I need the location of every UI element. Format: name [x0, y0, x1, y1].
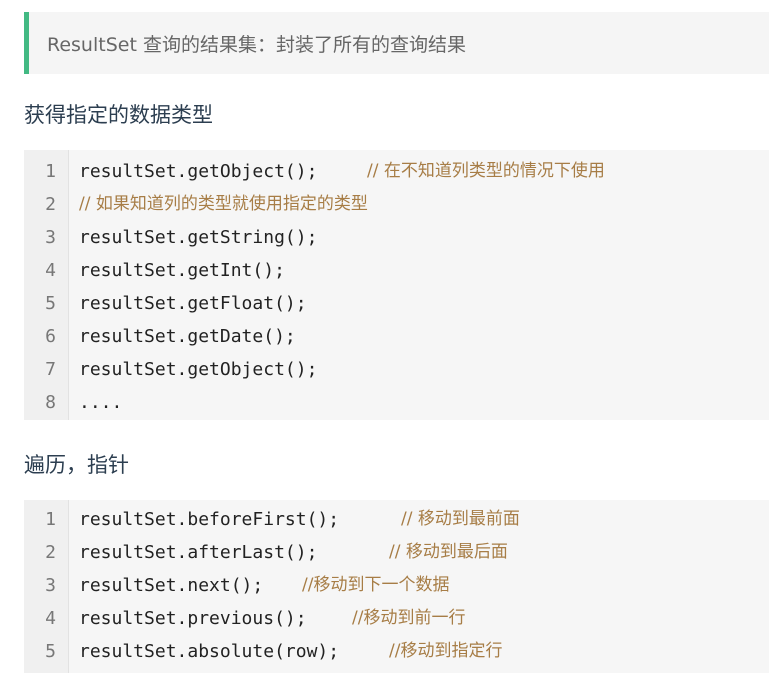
code-comment: //移动到前一行 — [352, 608, 466, 628]
code-line: 8 .... — [24, 386, 769, 419]
code-text: resultSet.next(); — [79, 575, 264, 596]
section-heading-data-types: 获得指定的数据类型 — [24, 103, 213, 127]
code-line: 4 resultSet.getInt(); — [24, 254, 769, 287]
code-text: resultSet.getInt(); — [79, 260, 285, 281]
code-text: .... — [79, 392, 123, 413]
code-line: 7 resultSet.getObject(); — [24, 353, 769, 386]
code-line: 5 resultSet.getFloat(); — [24, 287, 769, 320]
line-number: 4 — [45, 608, 56, 629]
code-line: 5 resultSet.absolute(row); //移动到指定行 — [24, 635, 769, 668]
code-comment: //移动到指定行 — [389, 641, 503, 661]
line-number: 8 — [45, 392, 56, 413]
code-text: resultSet.absolute(row); — [79, 641, 340, 662]
code-text: resultSet.afterLast(); — [79, 542, 318, 563]
line-number: 5 — [45, 641, 56, 662]
code-text: resultSet.getDate(); — [79, 326, 296, 347]
line-number: 2 — [45, 194, 56, 215]
code-text: resultSet.previous(); — [79, 608, 307, 629]
section-heading-traversal: 遍历，指针 — [24, 453, 129, 477]
line-number: 1 — [45, 161, 56, 182]
code-comment: // 移动到最后面 — [389, 542, 508, 562]
code-text: resultSet.getObject(); — [79, 359, 318, 380]
line-number: 6 — [45, 326, 56, 347]
code-text: resultSet.getString(); — [79, 227, 318, 248]
line-number: 4 — [45, 260, 56, 281]
code-line: 1 resultSet.beforeFirst(); // 移动到最前面 — [24, 503, 769, 536]
code-text: resultSet.beforeFirst(); — [79, 509, 340, 530]
line-number: 2 — [45, 542, 56, 563]
code-text: resultSet.getFloat(); — [79, 293, 307, 314]
code-line: 6 resultSet.getDate(); — [24, 320, 769, 353]
code-block-data-types: 1 resultSet.getObject(); // 在不知道列类型的情况下使… — [24, 150, 769, 420]
code-comment: // 移动到最前面 — [401, 509, 520, 529]
code-comment: // 在不知道列类型的情况下使用 — [367, 161, 605, 181]
line-number: 7 — [45, 359, 56, 380]
code-block-traversal: 1 resultSet.beforeFirst(); // 移动到最前面 2 r… — [24, 500, 769, 673]
line-number: 5 — [45, 293, 56, 314]
line-number: 1 — [45, 509, 56, 530]
code-line: 3 resultSet.getString(); — [24, 221, 769, 254]
note-blockquote: ResultSet 查询的结果集：封装了所有的查询结果 — [24, 12, 769, 74]
code-line: 3 resultSet.next(); //移动到下一个数据 — [24, 569, 769, 602]
code-line: 2 resultSet.afterLast(); // 移动到最后面 — [24, 536, 769, 569]
code-line: 4 resultSet.previous(); //移动到前一行 — [24, 602, 769, 635]
line-number: 3 — [45, 575, 56, 596]
line-number: 3 — [45, 227, 56, 248]
code-comment: //移动到下一个数据 — [302, 575, 450, 595]
code-text: resultSet.getObject(); — [79, 161, 318, 182]
code-line: 2 // 如果知道列的类型就使用指定的类型 — [24, 188, 769, 221]
code-line: 1 resultSet.getObject(); // 在不知道列类型的情况下使… — [24, 155, 769, 188]
code-comment: // 如果知道列的类型就使用指定的类型 — [79, 194, 368, 214]
note-text: ResultSet 查询的结果集：封装了所有的查询结果 — [47, 34, 466, 56]
